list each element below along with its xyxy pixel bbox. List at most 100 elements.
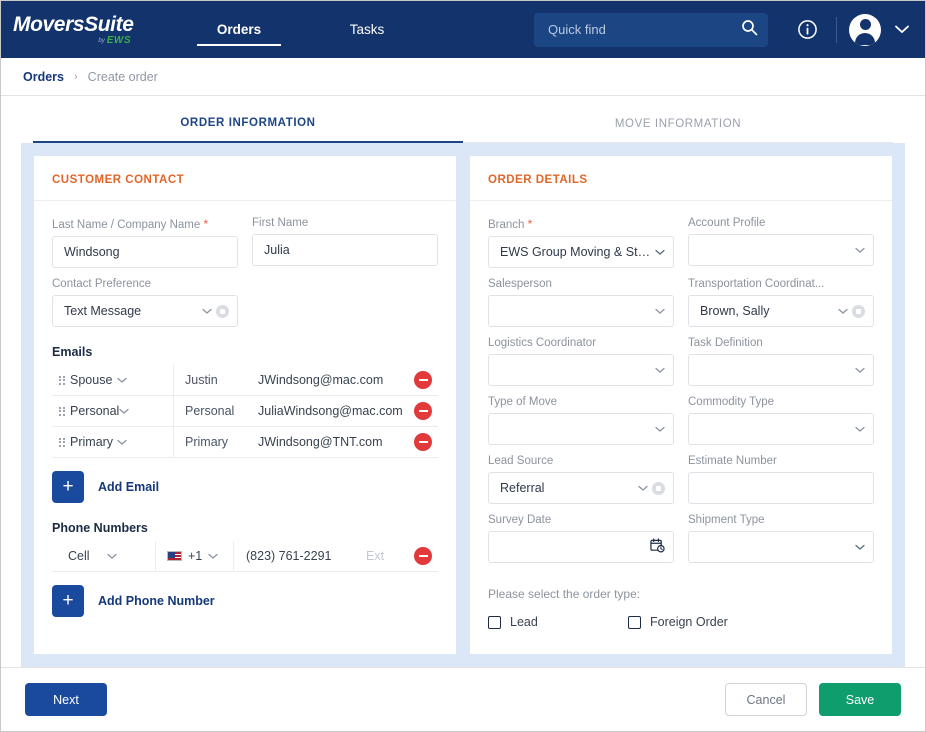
chevron-down-icon[interactable] [208,553,218,560]
type-of-move-label: Type of Move [488,396,674,408]
task-definition-label: Task Definition [688,337,874,349]
order-type-instruction: Please select the order type: [488,587,874,601]
avatar[interactable] [849,14,881,46]
footer-actions: Next Cancel Save [1,667,925,731]
lead-source-select[interactable]: Referral [488,472,674,504]
avatar-head [860,19,871,30]
checkbox-lead[interactable]: Lead [488,615,628,629]
remove-icon[interactable] [414,547,432,565]
chevron-down-icon[interactable] [655,249,665,256]
contact-preference-value: Text Message [64,304,198,318]
add-phone-label[interactable]: Add Phone Number [98,594,215,608]
chevron-down-icon[interactable] [855,544,865,551]
email-description[interactable]: Justin [174,373,252,387]
table-row: Personal Personal JuliaWindsong@mac.com [52,396,438,427]
field-commodity-type: Commodity Type [688,396,874,445]
email-type-select[interactable]: Personal [70,396,174,427]
drag-handle-icon[interactable] [54,438,70,447]
add-email-button[interactable]: + [52,471,84,503]
application-window: MoversSuite by EWS Orders Tasks Quick fi… [0,0,926,732]
chevron-down-icon[interactable] [655,367,665,374]
chevron-down-icon[interactable] [895,21,909,39]
checkbox-box[interactable] [488,616,501,629]
breadcrumb-orders-link[interactable]: Orders [23,70,64,84]
add-phone-button[interactable]: + [52,585,84,617]
field-first-name: First Name Julia [252,217,438,268]
checkbox-foreign-order[interactable]: Foreign Order [628,615,728,629]
chevron-down-icon[interactable] [855,247,865,254]
account-profile-select[interactable] [688,234,874,266]
order-details-title: ORDER DETAILS [470,156,892,201]
tab-order-information[interactable]: ORDER INFORMATION [33,117,463,143]
remove-icon[interactable] [414,433,432,451]
estimate-number-input[interactable] [688,472,874,504]
contact-preference-select[interactable]: Text Message [52,295,238,327]
shipment-type-select[interactable] [688,531,874,563]
move-commodity-row: Type of Move Commodity Type [488,396,874,455]
task-definition-select[interactable] [688,354,874,386]
avatar-body [855,33,875,45]
quick-find-input[interactable]: Quick find [534,13,768,47]
header-divider [836,17,837,43]
chevron-down-icon[interactable] [117,377,164,384]
transportation-coordinator-select[interactable]: Brown, Sally [688,295,874,327]
phone-type-select[interactable]: Cell [52,541,156,572]
tab-move-information[interactable]: MOVE INFORMATION [463,118,893,143]
survey-date-input[interactable] [488,531,674,563]
info-icon[interactable] [790,13,824,47]
salesperson-select[interactable] [488,295,674,327]
next-button[interactable]: Next [25,683,107,716]
chevron-down-icon[interactable] [638,485,648,492]
nav-tab-tasks[interactable]: Tasks [303,1,431,58]
email-type-select[interactable]: Primary [70,427,174,458]
email-address[interactable]: JWindsong@mac.com [252,373,414,387]
clear-icon[interactable] [652,482,665,495]
transportation-coordinator-value: Brown, Sally [700,304,834,318]
country-code-select[interactable]: +1 [156,541,234,572]
email-type-select[interactable]: Spouse [70,365,174,396]
app-logo[interactable]: MoversSuite by EWS [13,14,133,46]
chevron-down-icon[interactable] [117,439,164,446]
chevron-down-icon[interactable] [838,308,848,315]
email-address[interactable]: JWindsong@TNT.com [252,435,414,449]
table-row: Cell +1 [52,541,438,572]
last-name-input[interactable]: Windsong [52,236,238,268]
logistics-coordinator-select[interactable] [488,354,674,386]
email-description[interactable]: Primary [174,435,252,449]
add-email-label[interactable]: Add Email [98,480,159,494]
search-icon[interactable] [741,19,758,41]
drag-handle-icon[interactable] [54,407,70,416]
remove-icon[interactable] [414,402,432,420]
cancel-button[interactable]: Cancel [725,683,807,716]
chevron-down-icon[interactable] [655,308,665,315]
checkbox-box[interactable] [628,616,641,629]
clear-icon[interactable] [216,305,229,318]
field-shipment-type: Shipment Type [688,514,874,563]
chevron-down-icon[interactable] [202,308,212,315]
field-salesperson: Salesperson [488,278,674,327]
branch-select[interactable]: EWS Group Moving & Sto... [488,236,674,268]
clear-icon[interactable] [852,305,865,318]
remove-icon[interactable] [414,371,432,389]
phone-number-input[interactable]: (823) 761-2291 [234,549,366,563]
chevron-down-icon[interactable] [655,426,665,433]
first-name-input[interactable]: Julia [252,234,438,266]
commodity-type-select[interactable] [688,413,874,445]
logo-subtext: by EWS [13,36,133,46]
email-description[interactable]: Personal [174,404,252,418]
panels-wrapper: CUSTOMER CONTACT Last Name / Company Nam… [21,143,905,667]
chevron-down-icon[interactable] [107,553,146,560]
drag-handle-icon[interactable] [54,376,70,385]
email-address[interactable]: JuliaWindsong@mac.com [252,404,414,418]
phone-type-value: Cell [68,549,107,563]
type-of-move-select[interactable] [488,413,674,445]
phone-ext-input[interactable]: Ext [366,549,414,563]
customer-contact-card: CUSTOMER CONTACT Last Name / Company Nam… [34,156,456,654]
chevron-down-icon[interactable] [119,408,164,415]
calendar-icon[interactable] [650,538,665,556]
chevron-down-icon[interactable] [855,426,865,433]
chevron-down-icon[interactable] [855,367,865,374]
save-button[interactable]: Save [819,683,901,716]
quick-find-placeholder: Quick find [548,22,741,37]
nav-tab-orders[interactable]: Orders [175,1,303,58]
